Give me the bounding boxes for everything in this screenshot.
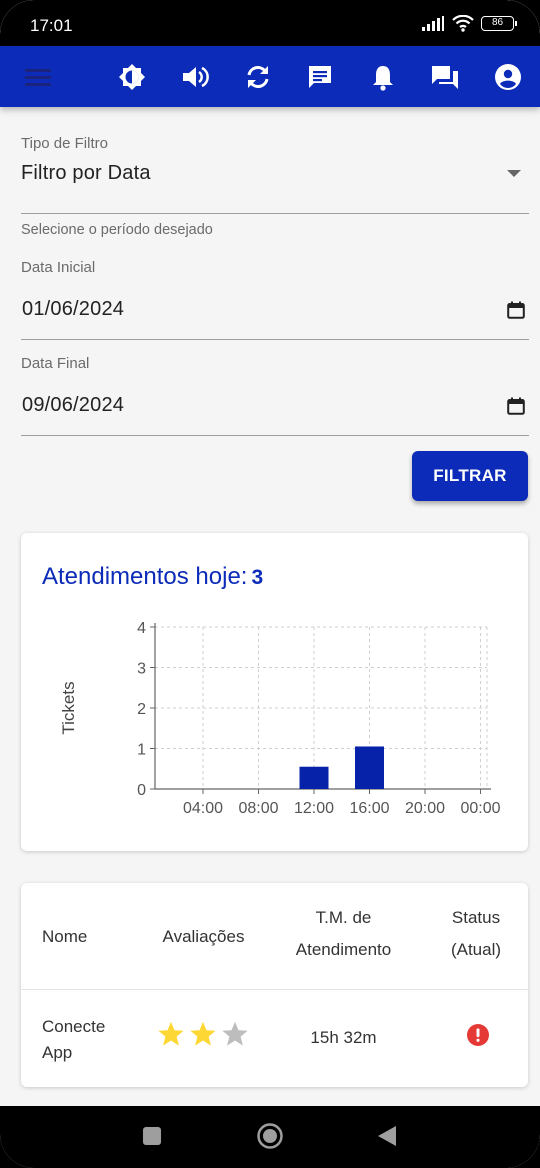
wifi-icon	[452, 15, 474, 32]
y-tick-label: 2	[137, 701, 146, 718]
filter-button[interactable]: FILTRAR	[412, 451, 528, 501]
calendar-icon[interactable]	[507, 397, 525, 415]
calendar-icon[interactable]	[507, 301, 525, 319]
start-date-underline	[21, 339, 529, 340]
star-filled-icon	[190, 1021, 216, 1046]
menu-icon[interactable]	[23, 62, 53, 92]
phone-screen: 17:01 86 Tipo de Filtro Filtro por Data …	[0, 0, 540, 1168]
y-axis-label: Tickets	[59, 681, 78, 734]
y-tick-label: 1	[137, 742, 146, 759]
filter-type-field[interactable]: Tipo de Filtro Filtro por Data Selecione…	[21, 135, 529, 238]
status-bar: 17:01 86	[0, 0, 540, 46]
col-header-status: Status (Atual)	[436, 902, 516, 966]
recents-nav-icon[interactable]	[142, 1126, 162, 1146]
rating-stars	[157, 1020, 249, 1048]
chat-icon[interactable]	[305, 62, 335, 92]
x-tick-label: 16:00	[349, 800, 389, 817]
end-date-field[interactable]: Data Final 09/06/2024	[21, 355, 529, 436]
bell-icon[interactable]	[368, 62, 398, 92]
back-nav-icon[interactable]	[376, 1125, 398, 1147]
battery-icon: 86	[481, 16, 517, 31]
x-tick-label: 08:00	[238, 800, 278, 817]
signal-icon	[422, 15, 444, 31]
forum-icon[interactable]	[430, 62, 460, 92]
row-name-line1: Conecte	[42, 1017, 106, 1036]
y-tick-label: 0	[137, 782, 146, 799]
volume-icon[interactable]	[180, 62, 210, 92]
system-nav-bar	[0, 1106, 540, 1168]
col-header-name: Nome	[42, 927, 88, 946]
table-row[interactable]: Conecte App 15h 32m	[21, 990, 528, 1087]
row-tm: 15h 32m	[310, 1028, 377, 1047]
home-nav-icon[interactable]	[256, 1122, 284, 1150]
start-date-label: Data Inicial	[21, 259, 96, 276]
filter-type-label: Tipo de Filtro	[21, 135, 108, 152]
y-tick-label: 3	[137, 661, 146, 678]
table-card: Nome Avaliações T.M. de Atendimento Stat…	[21, 883, 528, 1087]
status-time: 17:01	[30, 16, 73, 35]
col-header-ratings: Avaliações	[162, 927, 245, 946]
col-header-status-line1: Status	[451, 908, 501, 927]
filter-type-helper: Selecione o período desejado	[21, 222, 213, 238]
start-date-input[interactable]: 01/06/2024	[21, 276, 529, 321]
chart-card: Atendimentos hoje: 3 0 1 2 3 4 04:00 08:00 12:00…	[21, 533, 528, 851]
dropdown-arrow-icon[interactable]	[507, 170, 521, 178]
bar	[355, 746, 384, 789]
error-status-icon	[467, 1024, 489, 1046]
app-bar	[0, 46, 540, 107]
x-tick-label: 12:00	[294, 800, 334, 817]
end-date-underline	[21, 435, 529, 436]
account-icon[interactable]	[493, 62, 523, 92]
bar	[299, 766, 329, 789]
x-tick-label: 00:00	[460, 800, 500, 817]
col-header-tm-line2: Atendimento	[295, 940, 392, 959]
col-header-status-line2: (Atual)	[450, 940, 502, 959]
start-date-field[interactable]: Data Inicial 01/06/2024	[21, 259, 529, 340]
row-name: Conecte App	[42, 1014, 105, 1066]
star-filled-icon	[158, 1021, 184, 1046]
col-header-tm-line1: T.M. de	[315, 908, 372, 927]
star-empty-icon	[222, 1021, 248, 1046]
tickets-chart: 0 1 2 3 4 04:00 08:00 12:00 16:00 20:00 00:00 Ticke…	[59, 620, 501, 817]
filter-type-select[interactable]: Filtro por Data	[21, 152, 529, 185]
end-date-label: Data Final	[21, 355, 90, 372]
brightness-icon[interactable]	[117, 62, 147, 92]
row-name-line2: App	[42, 1043, 73, 1062]
x-tick-label: 04:00	[183, 800, 223, 817]
x-tick-label: 20:00	[405, 800, 445, 817]
filter-type-underline	[21, 213, 529, 214]
sync-icon[interactable]	[243, 62, 273, 92]
y-tick-label: 4	[137, 620, 146, 637]
status-icons: 86	[421, 15, 517, 32]
end-date-input[interactable]: 09/06/2024	[21, 372, 529, 417]
col-header-tm: T.M. de Atendimento	[276, 902, 411, 966]
